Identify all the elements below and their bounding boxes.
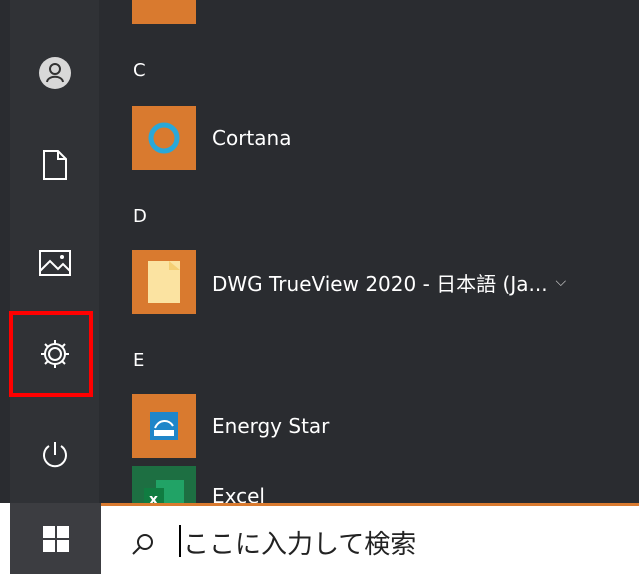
app-label: Excel <box>212 484 265 503</box>
folder-icon <box>148 261 180 303</box>
app-label: Cortana <box>212 126 292 150</box>
app-cortana[interactable]: Cortana <box>132 106 291 170</box>
user-avatar-icon <box>38 57 71 89</box>
pictures-button[interactable] <box>10 222 99 304</box>
energy-star-tile <box>132 394 196 458</box>
dwg-tile <box>132 250 196 314</box>
start-rail <box>10 0 99 503</box>
chevron-down-icon[interactable]: ⌵ <box>556 274 567 290</box>
app-excel[interactable]: x Excel <box>132 466 265 503</box>
app-label: DWG TrueView 2020 - 日本語 (Ja... <box>212 271 548 296</box>
app-label: Energy Star <box>212 414 330 438</box>
power-icon <box>42 442 67 468</box>
search-icon <box>132 534 153 555</box>
cortana-ring-icon <box>148 122 180 154</box>
settings-highlight-box <box>9 311 93 397</box>
svg-text:x: x <box>149 492 158 503</box>
start-button[interactable] <box>10 503 101 574</box>
cortana-tile <box>132 106 196 170</box>
start-menu: C Cortana D DWG TrueView 2020 - 日本語 (Ja.… <box>0 0 639 503</box>
windows-logo-icon <box>42 525 69 552</box>
section-letter-c[interactable]: C <box>133 60 146 81</box>
app-dwg-trueview[interactable]: DWG TrueView 2020 - 日本語 (Ja... ⌵ <box>132 250 566 314</box>
excel-icon: x <box>144 480 184 503</box>
energy-star-icon <box>150 412 178 440</box>
user-account-button[interactable] <box>10 32 99 114</box>
pictures-icon <box>38 250 71 276</box>
taskbar-search-box[interactable]: ここに入力して検索 <box>101 503 639 574</box>
documents-button[interactable] <box>10 124 99 206</box>
section-letter-d[interactable]: D <box>133 206 147 227</box>
section-letter-e[interactable]: E <box>133 350 144 371</box>
partial-app-tile <box>132 0 196 24</box>
documents-icon <box>42 150 67 180</box>
search-input[interactable]: ここに入力して検索 <box>183 524 416 561</box>
power-button[interactable] <box>10 414 99 496</box>
app-energy-star[interactable]: Energy Star <box>132 394 329 458</box>
excel-tile: x <box>132 466 196 503</box>
text-caret <box>179 525 181 557</box>
